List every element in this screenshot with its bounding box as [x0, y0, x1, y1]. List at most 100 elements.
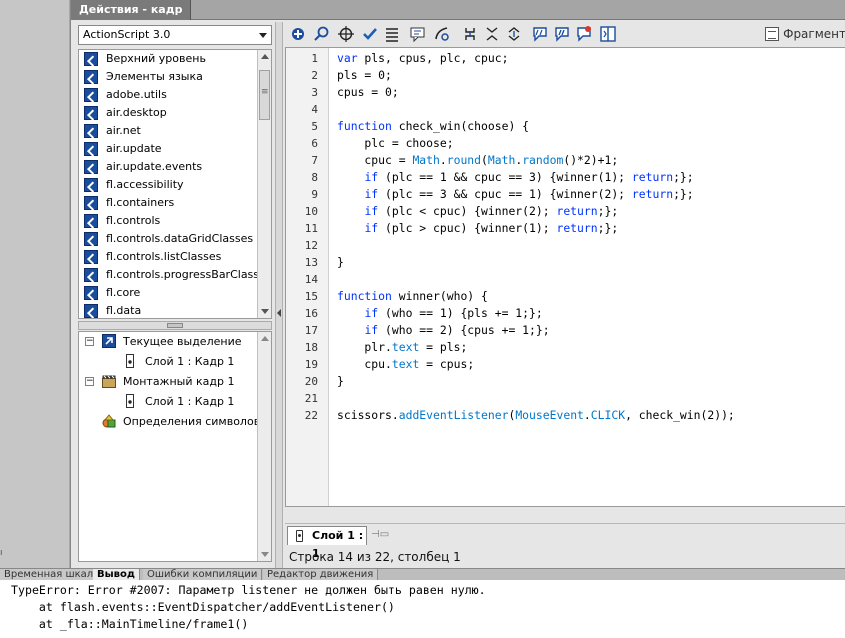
actions-toolbox: Верхний уровень Элементы языка adobe.utils… [78, 49, 272, 319]
scroll-up-icon[interactable] [261, 54, 269, 59]
code-line[interactable]: cpu.text = cpus; [337, 356, 474, 373]
code-line[interactable]: function winner(who) { [337, 288, 488, 305]
toolbox-item[interactable]: fl.controls.listClasses [79, 248, 271, 266]
pane-splitter[interactable] [78, 321, 272, 330]
nav-current-selection-label: Текущее выделение [123, 335, 242, 348]
code-line[interactable]: plc = choose; [337, 135, 453, 152]
toolbox-item[interactable]: fl.core [79, 284, 271, 302]
symbols-icon [102, 414, 116, 428]
script-navigator: − Текущее выделение Слой 1 : Кадр 1 − Мо… [78, 331, 272, 562]
toolbox-item-label: Элементы языка [106, 70, 203, 83]
nav-scene-frame[interactable]: − Монтажный кадр 1 [79, 372, 271, 392]
code-line[interactable]: var pls, cpus, plc, cpuc; [337, 50, 508, 67]
toolbox-item[interactable]: Элементы языка [79, 68, 271, 86]
splitter-grip-icon[interactable] [167, 323, 183, 328]
line-number: 16 [304, 307, 318, 320]
toolbox-item-label: adobe.utils [106, 88, 167, 101]
actions-panel-tab[interactable]: Действия - кадр [71, 0, 192, 20]
script-tab-layer1[interactable]: Слой 1 : 1 [287, 526, 367, 560]
panel-tabbar: Действия - кадр [71, 0, 845, 20]
line-number: 5 [311, 120, 318, 133]
toolbox-item[interactable]: air.desktop [79, 104, 271, 122]
bottom-tab[interactable]: Временная шкала [0, 569, 105, 580]
show-code-hint-icon[interactable] [409, 25, 427, 43]
code-line[interactable]: plr.text = pls; [337, 339, 467, 356]
line-number: 9 [311, 188, 318, 201]
toolbox-item[interactable]: fl.accessibility [79, 176, 271, 194]
code-line[interactable]: if (plc == 1 && cpuc == 3) {winner(1); r… [337, 169, 693, 186]
selection-icon [102, 334, 116, 348]
expand-all-icon[interactable] [505, 25, 523, 43]
flash-ide: ı Действия - кадр ActionScript 3.0 Верхн… [0, 0, 845, 638]
scroll-thumb[interactable] [259, 70, 270, 120]
toolbox-item[interactable]: air.update [79, 140, 271, 158]
code-line[interactable]: } [337, 373, 344, 390]
check-syntax-icon[interactable] [361, 25, 379, 43]
line-number: 8 [311, 171, 318, 184]
show-hide-toolbox-icon[interactable] [599, 25, 617, 43]
debug-options-icon[interactable] [433, 25, 451, 43]
pin-script-icon[interactable]: ⊣▭ [371, 528, 389, 542]
toolbox-item[interactable]: air.net [79, 122, 271, 140]
collapse-icon[interactable]: − [85, 337, 94, 346]
toolbox-item[interactable]: adobe.utils [79, 86, 271, 104]
scroll-down-icon[interactable] [261, 309, 269, 314]
language-select[interactable]: ActionScript 3.0 [78, 25, 272, 45]
code-line[interactable]: if (plc == 3 && cpuc == 1) {winner(2); r… [337, 186, 693, 203]
code-line[interactable]: function check_win(choose) { [337, 118, 529, 135]
bottom-tab[interactable]: Редактор движения [263, 569, 379, 580]
collapse-left-icon[interactable] [277, 309, 281, 317]
bottom-tab[interactable]: Вывод [93, 569, 140, 580]
navigator-scrollbar[interactable] [257, 332, 271, 561]
code-line[interactable]: cpuc = Math.round(Math.random()*2)+1; [337, 152, 618, 169]
toolbox-item[interactable]: fl.controls.progressBarClasses [79, 266, 271, 284]
code-line[interactable]: if (plc < cpuc) {winner(2); return;}; [337, 203, 618, 220]
toolbox-item[interactable]: fl.containers [79, 194, 271, 212]
toolbox-item[interactable]: air.update.events [79, 158, 271, 176]
code-line[interactable]: scissors.addEventListener(MouseEvent.CLI… [337, 407, 735, 424]
package-icon [84, 268, 98, 282]
collapse-selection-icon[interactable] [483, 25, 501, 43]
nav-current-selection[interactable]: − Текущее выделение [79, 332, 271, 352]
output-line: at _fla::MainTimeline/frame1() [11, 617, 249, 631]
nav-symbol-definitions[interactable]: Определения символов [79, 412, 271, 432]
auto-format-icon[interactable] [383, 25, 401, 43]
collapse-icon[interactable]: − [85, 377, 94, 386]
collapse-sidebar-bar[interactable] [275, 22, 283, 568]
nav-scene-frame-item[interactable]: Слой 1 : Кадр 1 [79, 392, 271, 412]
toolbox-item[interactable]: Верхний уровень [79, 50, 271, 68]
apply-line-comment-icon[interactable] [553, 25, 571, 43]
toolbox-item[interactable]: fl.controls.dataGridClasses [79, 230, 271, 248]
toolbox-item[interactable]: fl.controls [79, 212, 271, 230]
scroll-down-icon[interactable] [261, 552, 269, 557]
scroll-up-icon[interactable] [261, 336, 269, 341]
line-number: 13 [304, 256, 318, 269]
line-number: 7 [311, 154, 318, 167]
line-number: 2 [311, 69, 318, 82]
remove-comment-icon[interactable] [575, 25, 593, 43]
code-line[interactable]: pls = 0; [337, 67, 392, 84]
toolbox-item-label: fl.controls.listClasses [106, 250, 222, 263]
nav-current-selection-item[interactable]: Слой 1 : Кадр 1 [79, 352, 271, 372]
code-line[interactable]: if (plc > cpuc) {winner(1); return;}; [337, 220, 618, 237]
cursor-status: Строка 14 из 22, столбец 1 [289, 550, 461, 564]
code-line[interactable]: } [337, 254, 344, 271]
chevron-down-icon[interactable] [259, 33, 267, 38]
package-icon [84, 250, 98, 264]
line-number: 18 [304, 341, 318, 354]
toolbox-item[interactable]: fl.data [79, 302, 271, 318]
apply-block-comment-icon[interactable] [531, 25, 549, 43]
toolbox-scrollbar[interactable] [257, 50, 271, 318]
bottom-tab[interactable]: Ошибки компиляции [143, 569, 263, 580]
code-line[interactable]: cpus = 0; [337, 84, 399, 101]
code-snippets-button[interactable]: Фрагмент [763, 25, 845, 43]
code-line[interactable]: if (who == 1) {pls += 1;}; [337, 305, 542, 322]
find-icon[interactable] [313, 25, 331, 43]
collapse-between-braces-icon[interactable] [461, 25, 479, 43]
insert-target-path-icon[interactable] [337, 25, 355, 43]
line-number: 20 [304, 375, 318, 388]
line-number: 3 [311, 86, 318, 99]
code-line[interactable]: if (who == 2) {cpus += 1;}; [337, 322, 549, 339]
add-statement-icon[interactable] [289, 25, 307, 43]
script-editor[interactable]: 1 2 3 4 5 6 7 8 9 10 11 12 13 14 15 16 17 18 19 20 21 22 var … [285, 47, 845, 507]
